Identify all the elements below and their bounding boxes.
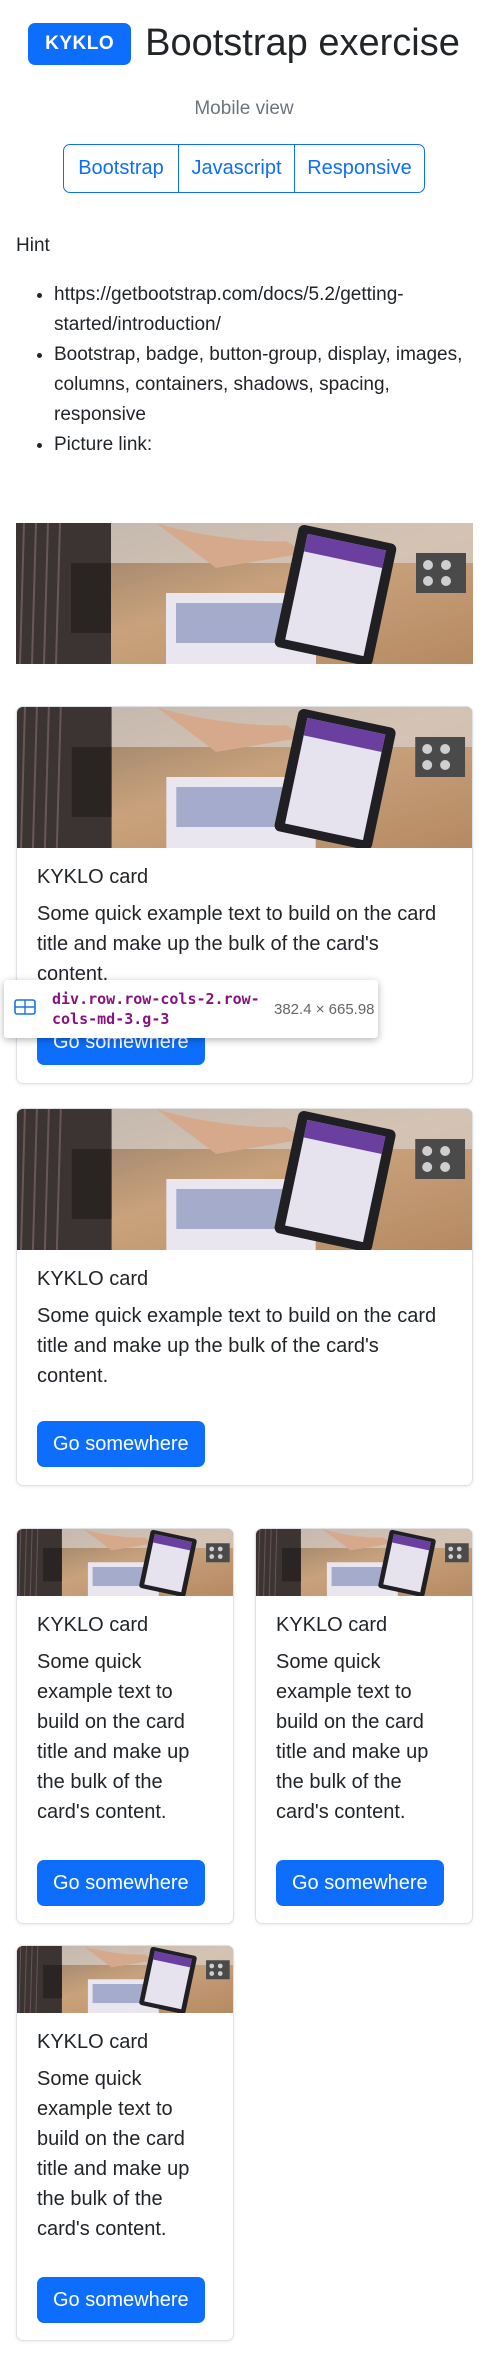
card-image [256,1529,472,1596]
inspector-tooltip: div.row.row-cols-2.row-cols-md-3.g-3 382… [4,980,378,1038]
button-group: Bootstrap Javascript Responsive [63,144,425,193]
card-title: KYKLO card [37,1614,149,1636]
card-text: Some quick example text to build on the … [37,903,437,985]
card-image [17,1109,472,1250]
card: KYKLO card Some quick example text to bu… [255,1528,473,1924]
card-image [17,1946,233,2013]
go-somewhere-button[interactable]: Go somewhere [37,2277,205,2323]
card: KYKLO card Some quick example text to bu… [16,1528,234,1924]
hint-item-picture-link: Picture link: [54,430,478,460]
card-image [17,707,472,848]
hint-list: https://getbootstrap.com/docs/5.2/gettin… [54,280,478,460]
go-somewhere-button[interactable]: Go somewhere [37,1421,205,1467]
inspector-selector: div.row.row-cols-2.row-cols-md-3.g-3 [52,990,260,1028]
card-text: Some quick example text to build on the … [37,1651,190,1823]
card-text: Some quick example text to build on the … [276,1651,429,1823]
inspector-size: 382.4 × 665.98 [274,1000,375,1018]
hero-image [16,523,473,664]
card-title: KYKLO card [37,2031,149,2053]
card-title: KYKLO card [37,866,149,888]
hint-item-link[interactable]: https://getbootstrap.com/docs/5.2/gettin… [54,280,478,340]
go-somewhere-button[interactable]: Go somewhere [276,1860,444,1906]
hint-item-topics: Bootstrap, badge, button-group, display,… [54,340,478,430]
hint-label: Hint [16,235,50,256]
bootstrap-button[interactable]: Bootstrap [64,145,179,192]
javascript-button[interactable]: Javascript [179,145,295,192]
card-image [17,1529,233,1596]
card-text: Some quick example text to build on the … [37,1305,437,1387]
card: KYKLO card Some quick example text to bu… [16,1108,473,1486]
go-somewhere-button[interactable]: Go somewhere [37,1860,205,1906]
page-title: Bootstrap exercise [145,22,460,64]
kyklo-badge: KYKLO [28,22,132,65]
grid-layout-icon [14,998,38,1020]
responsive-button[interactable]: Responsive [295,145,424,192]
card-title: KYKLO card [37,1268,149,1290]
card-text: Some quick example text to build on the … [37,2068,190,2240]
page-header: KYKLO Bootstrap exercise [0,22,488,65]
card: KYKLO card Some quick example text to bu… [16,1945,234,2341]
page-subtitle: Mobile view [194,98,294,119]
card-title: KYKLO card [276,1614,388,1636]
